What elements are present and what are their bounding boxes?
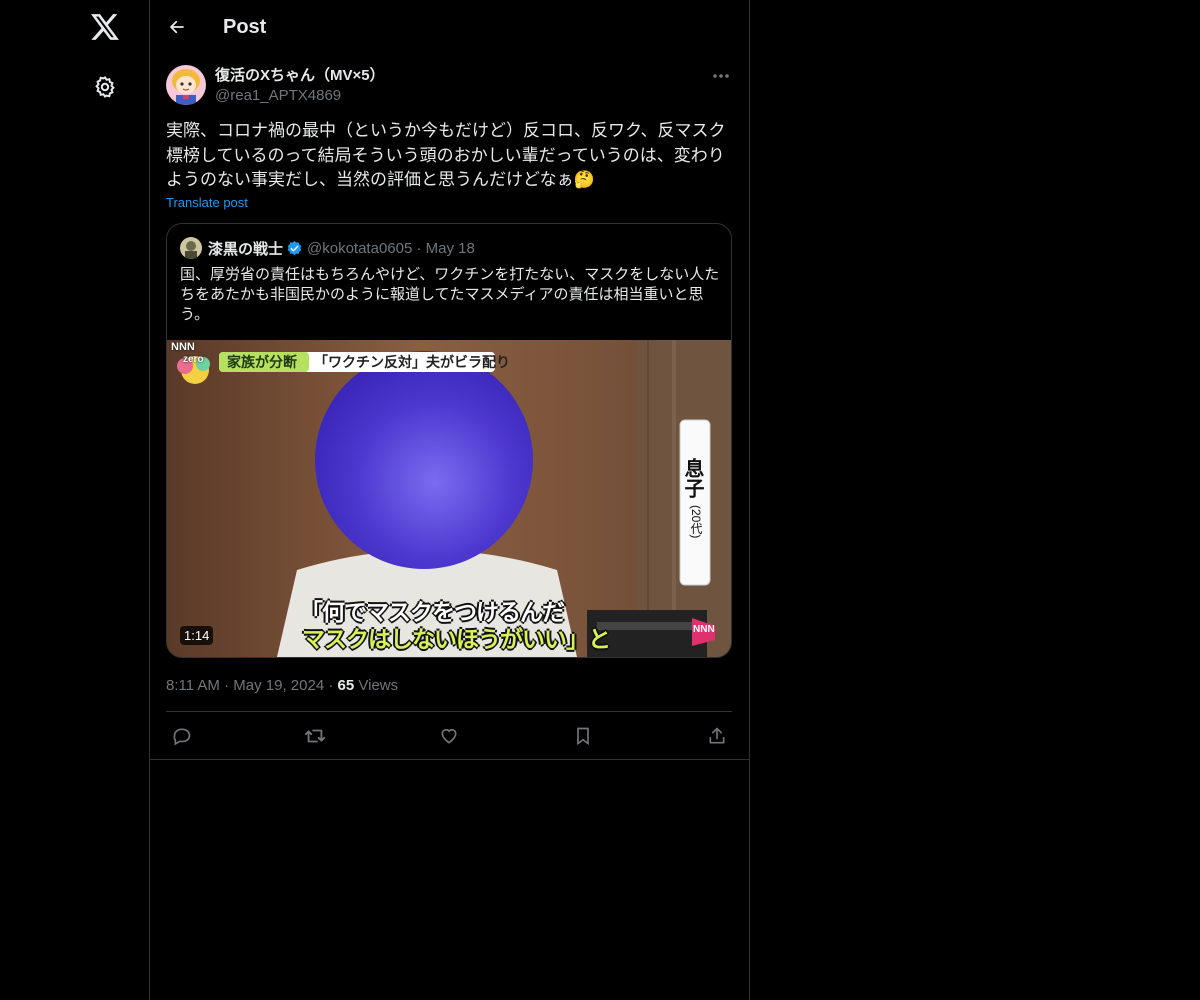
program-logo: zero (183, 354, 204, 365)
quoted-post[interactable]: 漆黒の戦士 @kokotata0605 · May 18 国、厚労省の責任はもち… (166, 223, 732, 658)
channel-logo: NNN (171, 341, 195, 353)
like-icon[interactable] (437, 724, 461, 748)
back-button[interactable] (164, 14, 190, 40)
avatar[interactable] (166, 65, 206, 105)
separator-dot: · (328, 677, 338, 694)
x-logo-icon[interactable] (88, 10, 122, 44)
divider (150, 759, 749, 760)
face-blur (315, 351, 533, 569)
quote-author-name: 漆黒の戦士 (208, 240, 284, 258)
quote-text: 国、厚労省の責任はもちろんやけど、ワクチンを打たない、マスクをしない人たちをあた… (180, 266, 720, 323)
post-author: 復活のXちゃん（MV×5） @rea1_APTX4869 (166, 65, 733, 107)
banner-left: 家族が分断 (227, 354, 297, 370)
banner-right: 「ワクチン反対」夫がビラ配り (314, 354, 510, 370)
video-duration: 1:14 (180, 626, 214, 645)
more-options-button[interactable] (709, 65, 733, 87)
repost-icon[interactable] (303, 724, 327, 748)
quote-date: May 18 (425, 239, 475, 257)
author-handle[interactable]: @rea1_APTX4869 (215, 86, 341, 106)
main-column: Post 復活のXちゃん（MV×5） @rea1_APTX4869 実際、コロナ… (149, 0, 750, 1000)
post-meta: 8:11 AM · May 19, 2024 · 65 Views (166, 676, 398, 696)
page-title: Post (223, 16, 267, 38)
post-date[interactable]: May 19, 2024 (233, 677, 324, 694)
page-header: Post (150, 0, 749, 55)
action-bar (166, 711, 732, 760)
video-player[interactable]: NNN zero 家族が分断 「ワクチン反対」夫がビラ配り 息子 (20代) 「… (167, 340, 731, 657)
verified-badge-icon (286, 240, 303, 257)
reply-icon[interactable] (170, 724, 194, 748)
post-text: 実際、コロナ禍の最中（というか今もだけど）反コロ、反ワク、反マスク標榜しているの… (166, 121, 726, 189)
side-label-sub: (20代) (689, 505, 703, 539)
side-label-main: 息子 (681, 458, 703, 498)
post-time[interactable]: 8:11 AM (166, 677, 220, 694)
gear-icon[interactable] (90, 72, 120, 102)
quote-author-handle: @kokotata0605 (307, 239, 413, 257)
bookmark-icon[interactable] (571, 724, 595, 748)
more-dots-icon (713, 74, 729, 78)
separator-dot: · (224, 677, 234, 694)
subtitle-line-2: マスクはしないほうがいい」と (302, 626, 611, 652)
author-name[interactable]: 復活のXちゃん（MV×5） (215, 66, 385, 86)
arrow-left-icon (170, 20, 184, 34)
translate-post-link[interactable]: Translate post (166, 195, 248, 210)
quoted-post-header: 漆黒の戦士 @kokotata0605 · May 18 (180, 237, 475, 259)
corner-logo: NNN (693, 624, 715, 635)
left-nav (0, 0, 149, 1000)
views-label: Views (358, 677, 399, 694)
views-count: 65 (337, 677, 355, 694)
separator-dot: · (412, 239, 426, 257)
quote-avatar (180, 237, 202, 259)
share-icon[interactable] (705, 724, 729, 748)
